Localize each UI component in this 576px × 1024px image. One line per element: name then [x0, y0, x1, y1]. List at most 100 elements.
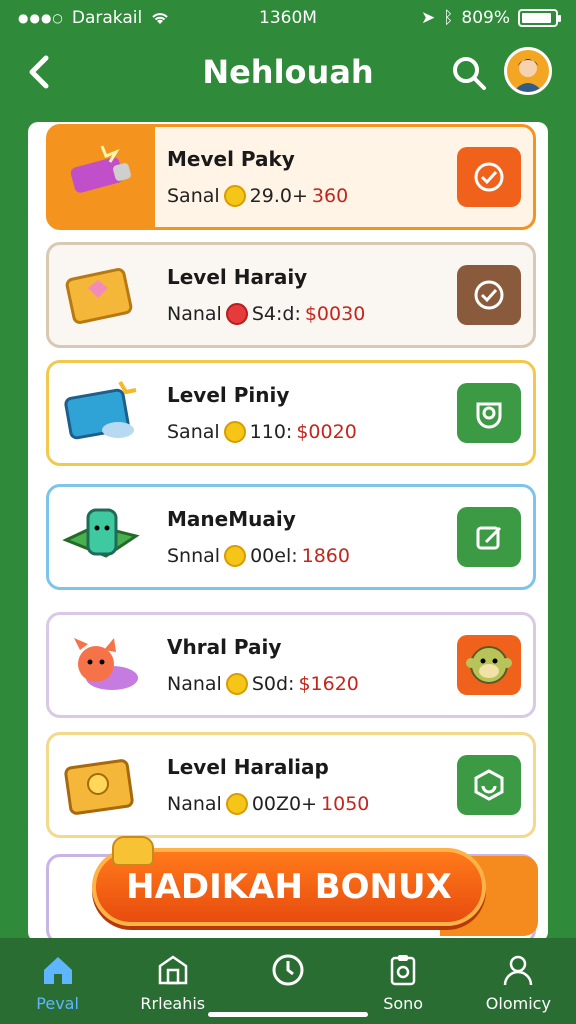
- monkey-face-icon: [466, 646, 512, 684]
- item-price: 1860: [301, 545, 350, 567]
- item-code: 00Z0+: [251, 793, 318, 815]
- nav-label: Sono: [383, 994, 424, 1013]
- list-item[interactable]: Mevel Paky Sanal 29.0+ 360: [46, 124, 536, 230]
- nav-label: Peval: [36, 994, 79, 1013]
- status-right: ➤ ᛒ 809%: [420, 8, 561, 28]
- shield-icon: [476, 402, 502, 429]
- list-item[interactable]: Level Haraiy Nanal S4:d: $0030: [46, 242, 536, 348]
- item-thumbnail: [49, 127, 155, 227]
- item-label: Nanal: [167, 793, 222, 815]
- nav-item-timer[interactable]: [233, 952, 343, 994]
- battery-gift-icon: [70, 145, 131, 193]
- wallet-icon: [64, 380, 137, 440]
- list-item[interactable]: Vhral Paiy Nanal S0d: $1620: [46, 612, 536, 718]
- carrier-name: Darakail: [71, 8, 143, 28]
- item-title: Vhral Paiy: [167, 635, 282, 659]
- item-text: Level Haraliap Nanal 00Z0+ 1050: [155, 755, 457, 815]
- check-badge-icon: [474, 162, 504, 192]
- shop-icon: [158, 955, 188, 985]
- claim-button[interactable]: [457, 635, 521, 695]
- claim-button[interactable]: [457, 507, 521, 567]
- item-code: 110:: [249, 421, 293, 443]
- item-thumbnail: [49, 735, 155, 835]
- avatar[interactable]: [504, 47, 552, 95]
- back-arrow-icon: [29, 55, 49, 89]
- battery-fill: [522, 13, 551, 23]
- nav-item-profile[interactable]: Olomicy: [463, 952, 573, 1013]
- item-text: Mevel Paky Sanal 29.0+ 360: [155, 147, 457, 207]
- battery-percent: 809%: [461, 8, 510, 28]
- item-price: 360: [311, 185, 349, 207]
- cash-jar-icon: [62, 508, 140, 558]
- bonus-label: HADIKAH BONUX: [126, 867, 452, 907]
- battery-icon: [518, 9, 561, 27]
- item-thumbnail: [49, 615, 155, 715]
- item-price-line: Nanal S0d: $1620: [167, 673, 457, 695]
- coin-icon: [223, 421, 246, 443]
- item-title: Level Piniy: [167, 383, 290, 407]
- home-indicator: [208, 1012, 368, 1017]
- item-text: Level Piniy Sanal 110: $0020: [155, 383, 457, 443]
- ruby-icon: [225, 303, 248, 325]
- status-left: ●●●○ Darakail: [18, 8, 170, 28]
- item-title: Mevel Paky: [167, 147, 295, 171]
- item-code: S4:d:: [251, 303, 301, 325]
- item-price-line: Nanal S4:d: $0030: [167, 303, 457, 325]
- signal-icon: ●●●○: [18, 11, 64, 25]
- treasure-box-icon: [64, 759, 134, 815]
- item-text: Vhral Paiy Nanal S0d: $1620: [155, 635, 457, 695]
- item-code: 00el:: [250, 545, 298, 567]
- page-title: Nehlouah: [202, 53, 374, 91]
- list-item[interactable]: Level Piniy Sanal 110: $0020: [46, 360, 536, 466]
- fox-mascot-icon: [74, 638, 138, 690]
- item-thumbnail: [49, 363, 155, 463]
- item-price-line: Snnal 00el: 1860: [167, 545, 457, 567]
- item-title: ManeMuaiy: [167, 507, 296, 531]
- item-label: Sanal: [167, 421, 220, 443]
- pointing-hand-icon: [112, 836, 154, 866]
- item-price: $1620: [298, 673, 359, 695]
- nav-item-home[interactable]: Peval: [3, 952, 113, 1013]
- coin-icon: [225, 673, 248, 695]
- check-circle-icon: [474, 280, 504, 310]
- claim-button[interactable]: [457, 383, 521, 443]
- item-title: Level Haraliap: [167, 755, 329, 779]
- nav-label: Olomicy: [485, 994, 551, 1013]
- item-code: S0d:: [251, 673, 295, 695]
- gold-box-icon: [65, 268, 133, 324]
- nav-item-shop[interactable]: Rrleahis: [118, 952, 228, 1013]
- nav-item-tasks[interactable]: Sono: [348, 952, 458, 1013]
- nav-label: Rrleahis: [140, 994, 206, 1013]
- item-price: $0030: [304, 303, 366, 325]
- wifi-icon: [152, 13, 168, 24]
- item-label: Sanal: [167, 185, 220, 207]
- profile-icon: [504, 955, 533, 986]
- item-code: 29.0+: [249, 185, 308, 207]
- clipboard-icon: [390, 955, 416, 986]
- coin-icon: [224, 545, 247, 567]
- location-icon: ➤: [420, 8, 436, 28]
- claim-button[interactable]: [457, 147, 521, 207]
- item-text: Level Haraiy Nanal S4:d: $0030: [155, 265, 457, 325]
- back-button[interactable]: [24, 52, 60, 92]
- edit-icon: [476, 526, 502, 550]
- search-button[interactable]: [450, 54, 488, 92]
- item-price-line: Sanal 29.0+ 360: [167, 185, 457, 207]
- header: Nehlouah: [0, 40, 576, 104]
- claim-button[interactable]: [457, 755, 521, 815]
- timer-icon: [272, 954, 304, 986]
- status-bar: ●●●○ Darakail 1360M ➤ ᛒ 809%: [0, 0, 576, 36]
- item-thumbnail: [49, 487, 155, 587]
- item-text: ManeMuaiy Snnal 00el: 1860: [155, 507, 457, 567]
- search-icon: [453, 57, 486, 90]
- home-icon: [43, 957, 72, 984]
- item-label: Nanal: [167, 303, 222, 325]
- claim-button[interactable]: [457, 265, 521, 325]
- list-item[interactable]: ManeMuaiy Snnal 00el: 1860: [46, 484, 536, 590]
- item-thumbnail: [49, 245, 155, 345]
- item-label: Snnal: [167, 545, 221, 567]
- smile-badge-icon: [474, 769, 504, 801]
- item-price-line: Nanal 00Z0+ 1050: [167, 793, 457, 815]
- list-item[interactable]: Level Haraliap Nanal 00Z0+ 1050: [46, 732, 536, 838]
- avatar-face-icon: [513, 59, 543, 92]
